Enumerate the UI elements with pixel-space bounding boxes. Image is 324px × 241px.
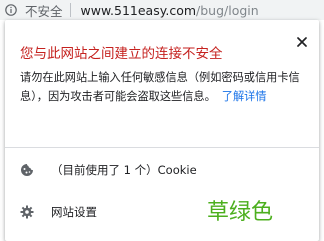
annotation-text: 草绿色 xyxy=(207,200,274,225)
cookie-icon xyxy=(20,163,34,177)
url-path: /bug/login xyxy=(196,2,259,18)
url-text[interactable]: www.511easy.com/bug/login xyxy=(81,3,259,18)
security-status-label[interactable]: 不安全 xyxy=(25,1,63,20)
close-button[interactable] xyxy=(293,32,311,50)
popup-description: 请勿在此网站上输入任何敏感信息（例如密码或信用卡信息），因为攻击者可能会盗取这些… xyxy=(20,68,300,106)
learn-more-link[interactable]: 了解详情 xyxy=(222,90,267,103)
site-info-popup: 您与此网站之间建立的连接不安全 请勿在此网站上输入任何敏感信息（例如密码或信用卡… xyxy=(5,20,319,241)
popup-title: 您与此网站之间建立的连接不安全 xyxy=(20,46,223,62)
cookies-label: （目前使用了 1 个）Cookie xyxy=(51,163,197,177)
info-circle-icon[interactable] xyxy=(5,4,17,16)
screenshot-root: 不安全 www.511easy.com/bug/login 您与此网站之间建立的… xyxy=(0,0,324,241)
url-host: www.511easy.com xyxy=(80,2,197,18)
cookies-row[interactable]: （目前使用了 1 个）Cookie xyxy=(20,160,197,180)
address-bar[interactable]: 不安全 www.511easy.com/bug/login xyxy=(0,0,324,20)
gear-icon xyxy=(20,205,34,219)
site-settings-label: 网站设置 xyxy=(51,205,97,219)
popup-divider xyxy=(5,147,319,148)
address-separator xyxy=(69,3,71,17)
close-icon xyxy=(297,32,307,51)
site-settings-row[interactable]: 网站设置 xyxy=(20,202,97,222)
